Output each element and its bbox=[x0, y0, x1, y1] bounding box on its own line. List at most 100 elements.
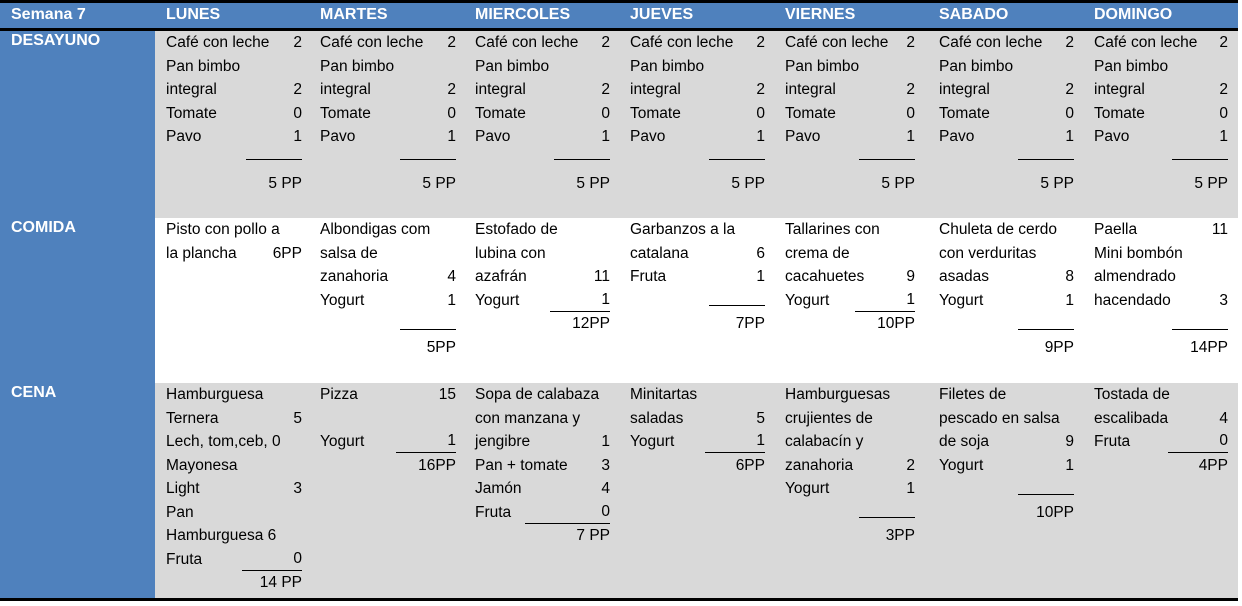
menu-item-line: Café con leche 2 bbox=[785, 31, 915, 55]
meal-row-desayuno: DESAYUNO Café con leche 2 Pan bimbo integra… bbox=[0, 31, 1238, 218]
sum-line bbox=[1094, 312, 1228, 336]
menu-item-name: Pan bimbo bbox=[785, 57, 860, 75]
menu-item-line: lubina con bbox=[475, 242, 610, 266]
points-total: 5 PP bbox=[1194, 175, 1228, 192]
menu-cell: Hamburguesas crujientes de calabacín y zana… bbox=[785, 383, 915, 548]
menu-item-name: Pavo bbox=[785, 128, 821, 145]
menu-item-points: 4 bbox=[601, 480, 610, 497]
menu-item-line: Yogurt 1 bbox=[320, 289, 456, 313]
menu-item-name: hacendado bbox=[1094, 291, 1171, 309]
menu-item-line: Fruta 0 bbox=[475, 501, 610, 525]
menu-item-line: Yogurt 1 bbox=[785, 477, 915, 501]
menu-item-line: integral 2 bbox=[630, 78, 765, 102]
menu-cell: Café con leche 2 Pan bimbo integral 2 Tomate 0… bbox=[166, 31, 302, 196]
menu-item-line: Pizza 15 bbox=[320, 383, 456, 407]
menu-item-points: 5 bbox=[293, 409, 302, 427]
menu-item-points: 1 bbox=[855, 289, 915, 312]
menu-item-name: catalana bbox=[630, 244, 689, 262]
menu-item-line: Yogurt 1 bbox=[939, 454, 1074, 478]
menu-item-line: de soja 9 bbox=[939, 430, 1074, 454]
menu-item-points: 4 bbox=[1219, 409, 1228, 427]
menu-item-points: 0 bbox=[447, 104, 456, 122]
menu-item-name: Chuleta de cerdo bbox=[939, 221, 1058, 238]
menu-item-line: integral 2 bbox=[1094, 78, 1228, 102]
menu-item-line: Tomate 0 bbox=[1094, 102, 1228, 126]
menu-item-line: Chuleta de cerdo bbox=[939, 218, 1074, 242]
menu-item-points: 2 bbox=[1219, 81, 1228, 98]
menu-item-points: 1 bbox=[756, 128, 765, 145]
menu-item-line: Garbanzos a la bbox=[630, 218, 765, 242]
menu-cell: Café con leche 2 Pan bimbo integral 2 Tomate 0… bbox=[320, 31, 456, 196]
menu-item-name: Pavo bbox=[475, 128, 511, 145]
menu-cell: Café con leche 2 Pan bimbo integral 2 Tomate 0… bbox=[785, 31, 915, 196]
menu-item-points: 2 bbox=[1065, 81, 1074, 98]
menu-item-name: Hamburguesa 6 bbox=[166, 527, 277, 544]
menu-item-line: Paella 11 bbox=[1094, 218, 1228, 242]
meal-label: COMIDA bbox=[11, 219, 76, 236]
menu-item-name: Tomate bbox=[1094, 104, 1145, 122]
menu-item-points: 2 bbox=[906, 81, 915, 98]
points-total: 5PP bbox=[426, 338, 456, 356]
menu-item-name: con verduritas bbox=[939, 244, 1037, 262]
menu-cell: Garbanzos a la catalana 6 Fruta 1 7PP bbox=[630, 218, 765, 336]
menu-item-line: Mini bombón bbox=[1094, 242, 1228, 266]
menu-item-line: Fruta 0 bbox=[166, 548, 302, 572]
menu-item-line: Hamburguesas bbox=[785, 383, 915, 407]
menu-item-name: almendrado bbox=[1094, 268, 1176, 285]
menu-item-name: Filetes de bbox=[939, 386, 1007, 403]
menu-item-name: Pisto con pollo a bbox=[166, 221, 280, 238]
menu-item-name: Tomate bbox=[785, 104, 836, 122]
menu-cell: Filetes de pescado en salsa de soja 9 Yogurt… bbox=[939, 383, 1074, 524]
menu-item-line: Light 3 bbox=[166, 477, 302, 501]
menu-item-line: Mayonesa bbox=[166, 454, 302, 478]
menu-item-line: Pavo 1 bbox=[939, 125, 1074, 149]
menu-item-points: 9 bbox=[906, 268, 915, 285]
menu-item-points: 1 bbox=[756, 268, 765, 285]
menu-item-points: 1 bbox=[1219, 128, 1228, 145]
menu-item-points: 0 bbox=[525, 501, 610, 524]
menu-cell: Café con leche 2 Pan bimbo integral 2 Tomate 0… bbox=[1094, 31, 1228, 196]
menu-item-line: integral 2 bbox=[785, 78, 915, 102]
menu-item-name: Café con leche bbox=[785, 34, 889, 51]
menu-item-name: integral bbox=[939, 81, 990, 98]
menu-item-points: 1 bbox=[1065, 291, 1074, 309]
points-total: 9PP bbox=[1044, 338, 1074, 356]
meal-label-cell: COMIDA bbox=[0, 218, 155, 383]
menu-item-points: 1 bbox=[396, 430, 456, 453]
points-total: 14 PP bbox=[259, 574, 302, 591]
day-header-domingo: DOMINGO bbox=[1094, 6, 1173, 23]
menu-item-name: Tostada de bbox=[1094, 386, 1170, 403]
menu-item-name: Café con leche bbox=[1094, 34, 1198, 51]
meal-label: CENA bbox=[11, 384, 57, 401]
menu-item-name: Pan bimbo bbox=[166, 57, 241, 75]
menu-item-name: Lech, tom,ceb, 0 bbox=[166, 433, 281, 450]
menu-item-name: jengibre bbox=[475, 433, 531, 450]
menu-item-name: Pan bimbo bbox=[630, 57, 705, 75]
menu-item-line: Sopa de calabaza bbox=[475, 383, 610, 407]
menu-item-line: Café con leche 2 bbox=[630, 31, 765, 55]
menu-item-name: azafrán bbox=[475, 268, 527, 285]
points-total: 10PP bbox=[1036, 503, 1074, 521]
points-total: 14PP bbox=[1190, 338, 1228, 356]
menu-item-name: Yogurt bbox=[630, 433, 675, 450]
points-total: 5 PP bbox=[422, 175, 456, 192]
menu-item-name: Pavo bbox=[630, 128, 666, 145]
menu-item-points: 0 bbox=[242, 548, 302, 571]
menu-item-points: 3 bbox=[293, 480, 302, 497]
menu-item-name: Pizza bbox=[320, 386, 358, 403]
menu-cell: Estofado de lubina con azafrán 11 Yogurt 1 12P… bbox=[475, 218, 610, 336]
menu-item-points: 0 bbox=[906, 104, 915, 122]
menu-item-points: 0 bbox=[1168, 430, 1228, 453]
menu-item-name: integral bbox=[475, 81, 526, 98]
menu-cell: Café con leche 2 Pan bimbo integral 2 Tomate 0… bbox=[939, 31, 1074, 196]
meal-row-cena: CENA Hamburguesa Ternera 5 Lech, tom,ceb, 0… bbox=[0, 383, 1238, 598]
menu-item-line: Tomate 0 bbox=[166, 102, 302, 126]
menu-item-line: Café con leche 2 bbox=[320, 31, 456, 55]
menu-item-line: Yogurt 1 bbox=[785, 289, 915, 313]
menu-item-name: Tomate bbox=[939, 104, 990, 122]
menu-item-name: Minitartas bbox=[630, 386, 698, 403]
menu-item-name: Fruta bbox=[166, 550, 203, 568]
menu-item-line: Pan bimbo bbox=[939, 55, 1074, 79]
menu-item-points: 0 bbox=[601, 104, 610, 122]
points-total: 4PP bbox=[1198, 456, 1228, 474]
